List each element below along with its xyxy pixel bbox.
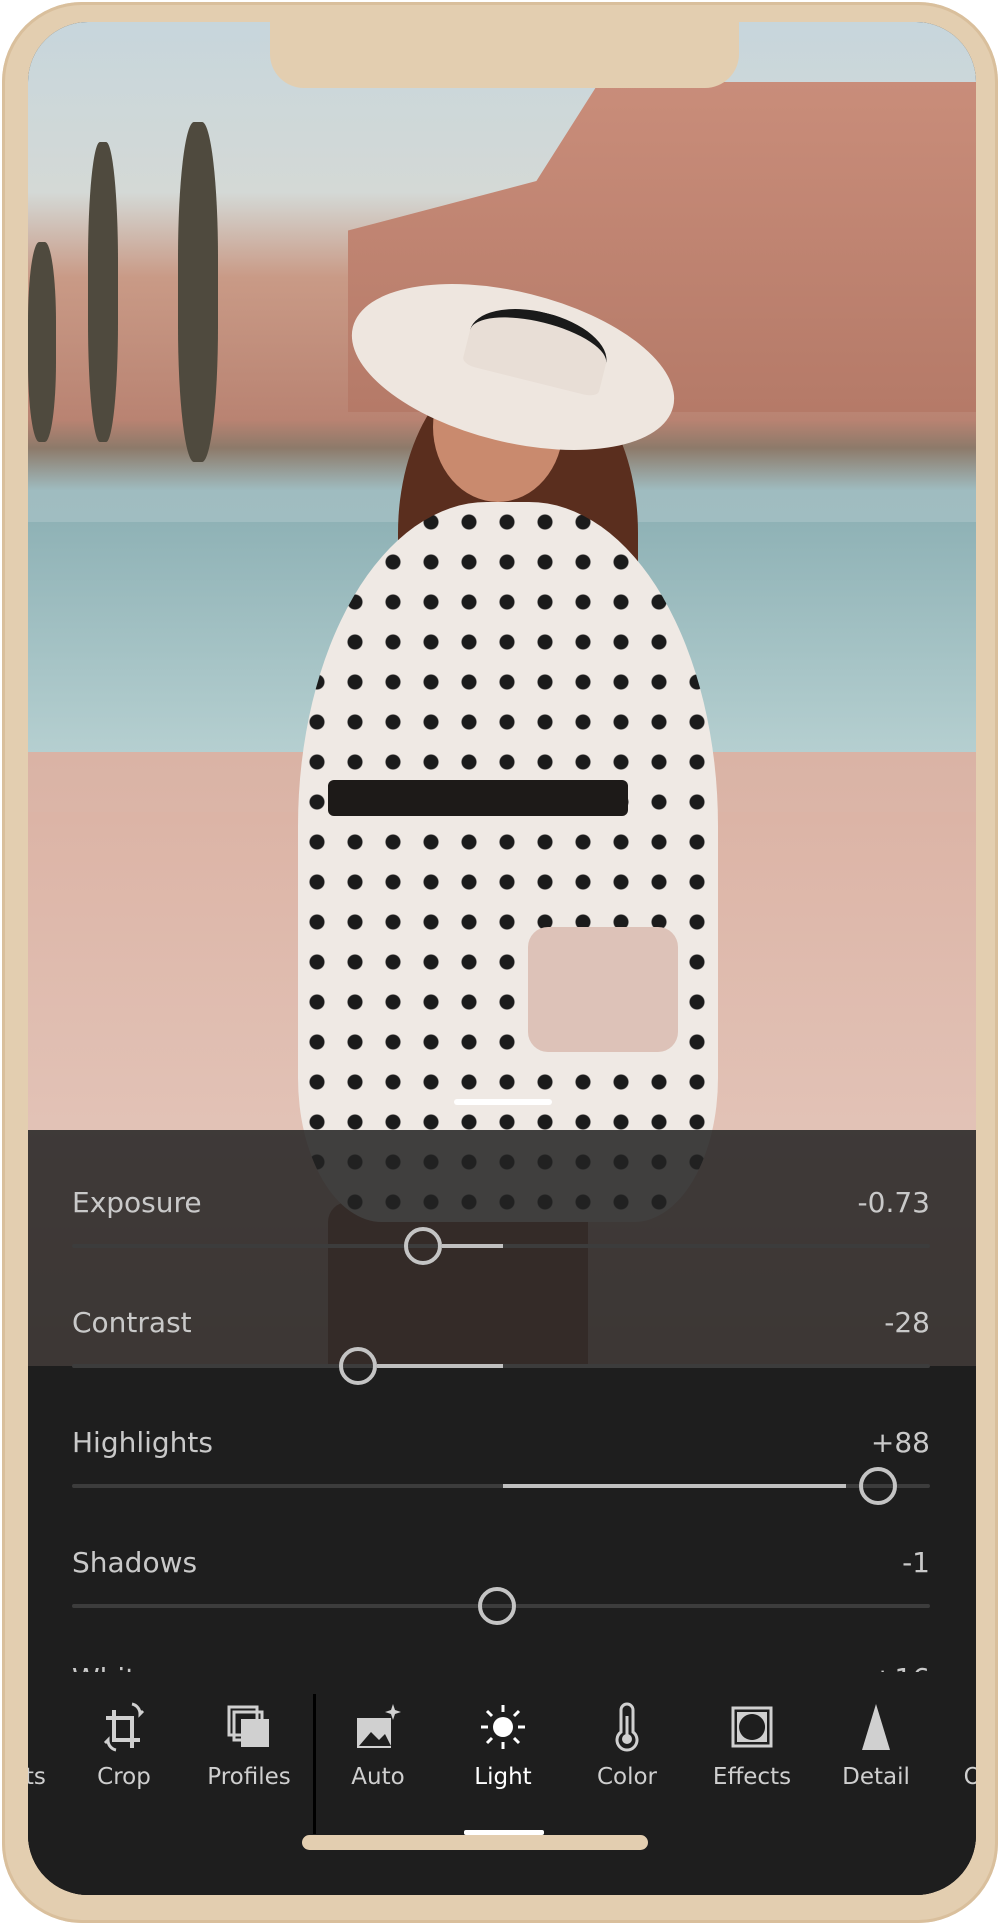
optics-icon [940,1702,976,1752]
highlights-slider[interactable]: Highlights +88 [72,1426,930,1526]
slider-value[interactable]: -1 [902,1546,930,1579]
tool-label: Profiles [207,1764,291,1790]
slider-thumb[interactable] [404,1227,442,1265]
photo-palm [28,242,56,442]
tool-profiles[interactable]: Profiles [189,1702,309,1790]
tool-light[interactable]: Light [443,1702,563,1790]
exposure-slider[interactable]: Exposure -0.73 [72,1186,930,1286]
slider-thumb[interactable] [859,1467,897,1505]
slider-value[interactable]: -28 [884,1306,930,1339]
tool-auto[interactable]: Auto [318,1702,438,1790]
tool-label: Color [596,1764,658,1790]
slider-label: Contrast [72,1306,192,1339]
photo-dress [298,502,718,1222]
tool-optics[interactable]: Optics [940,1702,976,1790]
tool-label: Presets [28,1764,46,1790]
slider-fill [442,1244,503,1248]
slider-value[interactable]: -0.73 [858,1186,930,1219]
panel-drag-handle[interactable] [454,1099,552,1105]
tool-label: Light [474,1764,532,1790]
triangle-icon [816,1702,936,1752]
tool-color[interactable]: Color [567,1702,687,1790]
photo-belt [328,780,628,816]
thermometer-icon [567,1702,687,1752]
auto-magic-icon [318,1702,438,1752]
slider-label: Exposure [72,1186,202,1219]
presets-icon [28,1702,64,1752]
slider-value[interactable]: +88 [871,1426,930,1459]
tool-label: Crop [97,1764,151,1790]
slider-thumb[interactable] [478,1587,516,1625]
slider-label: Shadows [72,1546,198,1579]
sun-icon [443,1702,563,1752]
shadows-slider[interactable]: Shadows -1 [72,1546,930,1646]
tool-presets[interactable]: Presets [28,1702,64,1790]
tool-detail[interactable]: Detail [816,1702,936,1790]
slider-fill [503,1484,846,1488]
vignette-icon [692,1702,812,1752]
slider-fill [377,1364,503,1368]
phone-notch [270,22,739,88]
photo-bag [528,927,678,1052]
tool-label: Detail [842,1764,910,1790]
tool-label: Auto [351,1764,405,1790]
tool-label: Effects [712,1764,792,1790]
home-indicator[interactable] [302,1835,648,1850]
crop-rotate-icon [64,1702,184,1752]
slider-thumb[interactable] [339,1347,377,1385]
profiles-icon [189,1702,309,1752]
tool-effects[interactable]: Effects [692,1702,812,1790]
tool-label: Optics [963,1764,976,1790]
toolbar-divider [313,1694,316,1834]
photo-palm [178,122,218,462]
tool-crop[interactable]: Crop [64,1702,184,1790]
photo-palm [88,142,118,442]
edit-toolbar: Presets Crop Profiles Auto Light [28,1672,976,1895]
screen: Exposure -0.73 Contrast -28 Highlights +… [28,22,976,1895]
contrast-slider[interactable]: Contrast -28 [72,1306,930,1406]
slider-label: Highlights [72,1426,213,1459]
